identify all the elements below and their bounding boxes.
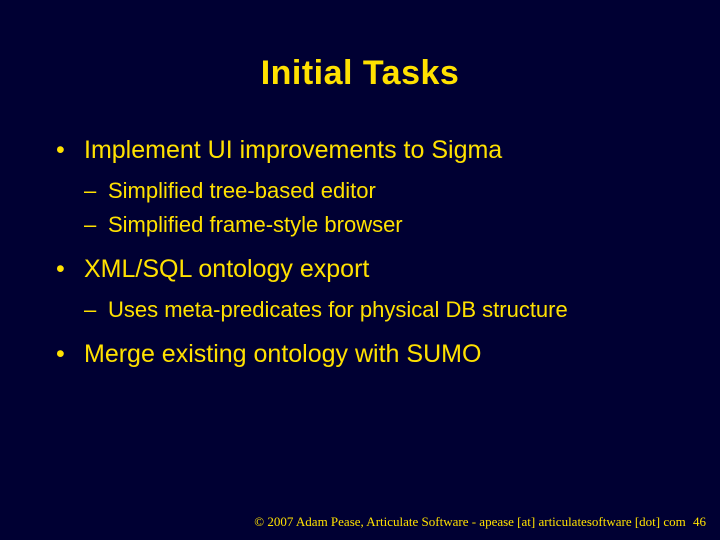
sub-item: Uses meta-predicates for physical DB str… bbox=[84, 295, 670, 325]
slide-title: Initial Tasks bbox=[50, 54, 670, 93]
page-number: 46 bbox=[693, 514, 706, 529]
bullet-item: Implement UI improvements to Sigma Simpl… bbox=[50, 135, 670, 240]
bullet-list: Implement UI improvements to Sigma Simpl… bbox=[50, 135, 670, 370]
sub-item: Simplified frame-style browser bbox=[84, 210, 670, 240]
sub-text: Simplified frame-style browser bbox=[108, 212, 403, 237]
sub-text: Uses meta-predicates for physical DB str… bbox=[108, 297, 568, 322]
sub-list: Uses meta-predicates for physical DB str… bbox=[84, 295, 670, 325]
copyright-text: © 2007 Adam Pease, Articulate Software -… bbox=[254, 514, 686, 529]
bullet-item: XML/SQL ontology export Uses meta-predic… bbox=[50, 254, 670, 325]
sub-list: Simplified tree-based editor Simplified … bbox=[84, 176, 670, 239]
bullet-text: Implement UI improvements to Sigma bbox=[84, 136, 502, 164]
sub-item: Simplified tree-based editor bbox=[84, 176, 670, 206]
sub-text: Simplified tree-based editor bbox=[108, 178, 376, 203]
bullet-text: XML/SQL ontology export bbox=[84, 255, 369, 283]
slide: Initial Tasks Implement UI improvements … bbox=[0, 0, 720, 540]
footer: © 2007 Adam Pease, Articulate Software -… bbox=[254, 514, 706, 530]
bullet-item: Merge existing ontology with SUMO bbox=[50, 339, 670, 370]
bullet-text: Merge existing ontology with SUMO bbox=[84, 340, 481, 368]
